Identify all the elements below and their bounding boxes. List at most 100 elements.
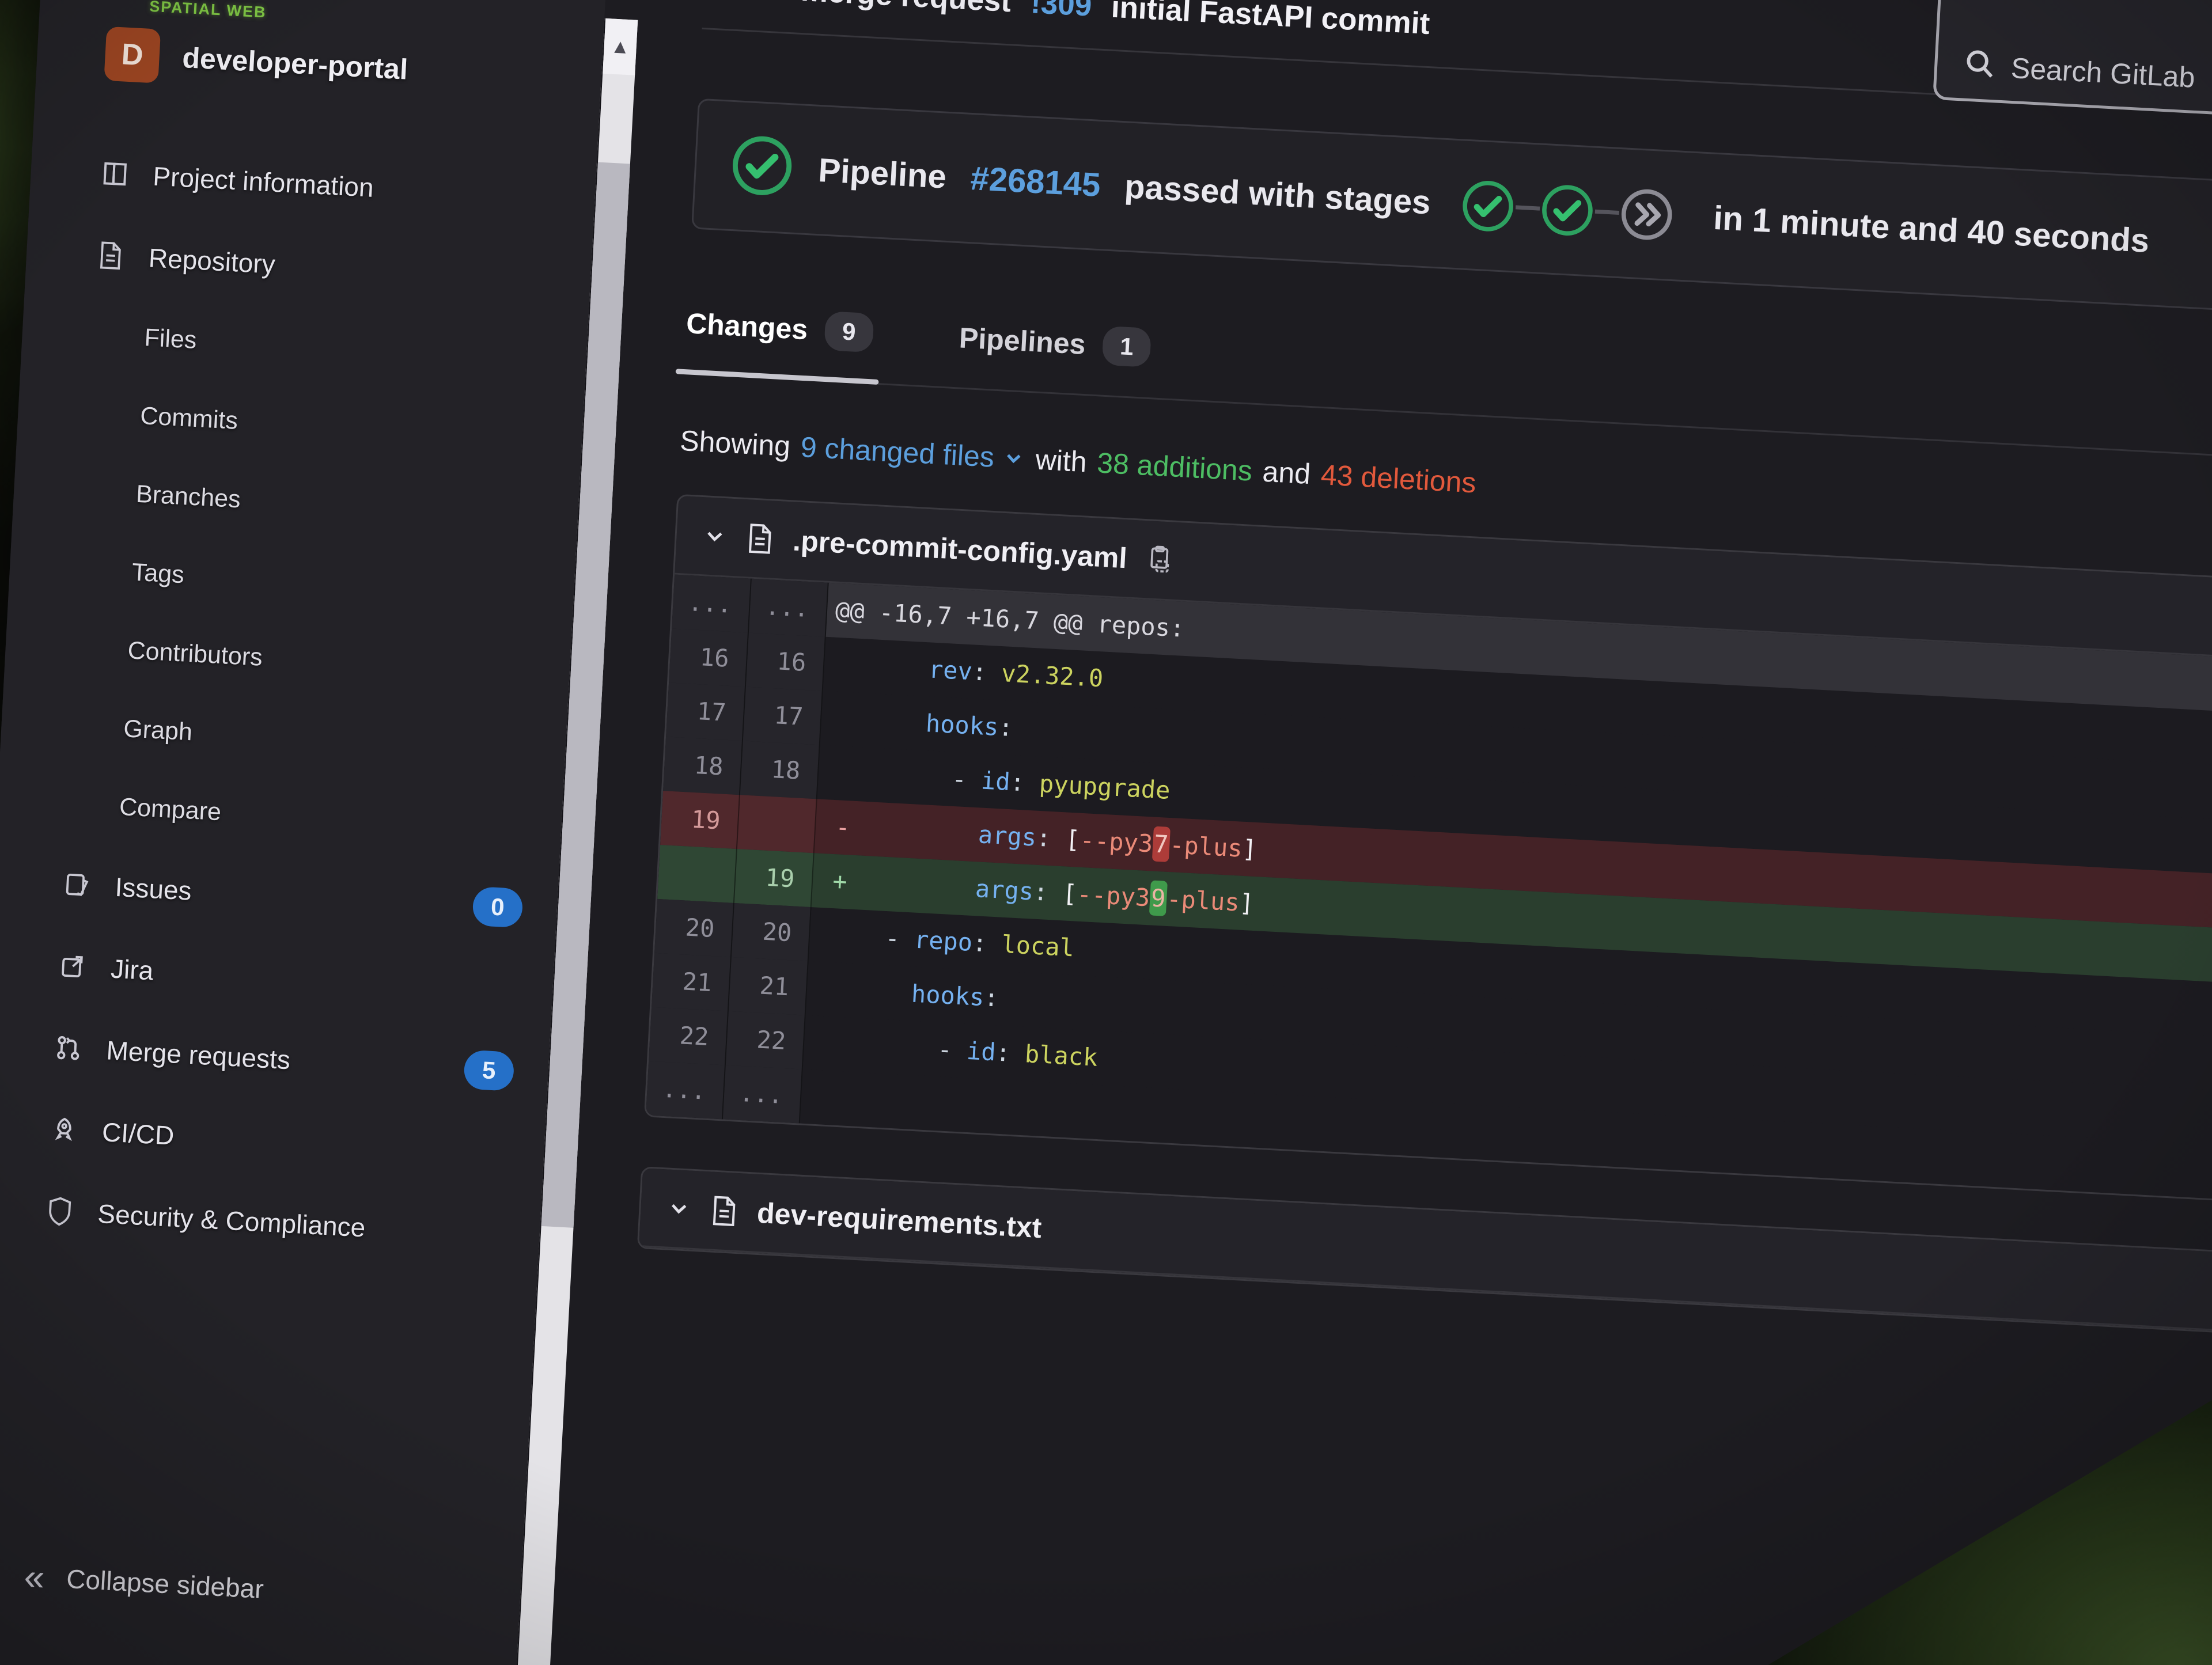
- sidebar-item-label: CI/CD: [101, 1117, 175, 1151]
- project-avatar: D: [104, 26, 161, 84]
- document-icon: [94, 238, 128, 272]
- pipeline-passed-icon: [728, 132, 796, 203]
- project-name: developer-portal: [181, 41, 409, 86]
- code-token: :: [1032, 877, 1063, 908]
- sidebar-item-label: Security & Compliance: [97, 1198, 366, 1243]
- count-badge: 0: [472, 886, 524, 928]
- mr-title: initial FastAPI commit: [1110, 0, 1431, 41]
- pipeline-duration: in 1 minute and 40 seconds: [1712, 199, 2150, 260]
- diff-sign: [814, 962, 855, 1018]
- code-token: args: [974, 874, 1035, 906]
- diff-sign: [831, 638, 872, 693]
- issues-icon: [60, 868, 94, 902]
- code-token: :: [1009, 768, 1040, 798]
- new-line-number[interactable]: 21: [728, 957, 809, 1015]
- collapse-sidebar-button[interactable]: « Collapse sidebar: [0, 1530, 522, 1646]
- code-token: -: [951, 764, 982, 795]
- new-line-number[interactable]: 18: [740, 741, 820, 799]
- chevron-down-icon[interactable]: [702, 523, 728, 549]
- stage-skipped-icon[interactable]: [1618, 185, 1676, 244]
- additions-count: 38 additions: [1096, 446, 1253, 487]
- new-line-number[interactable]: ...: [748, 578, 829, 637]
- new-line-number[interactable]: 19: [734, 849, 815, 908]
- diff-table: ...... @@ -16,7 +16,7 @@ repos: 16 16 rev: …: [646, 574, 2212, 1217]
- code-token: id: [965, 1036, 997, 1067]
- old-line-number[interactable]: 17: [666, 682, 746, 741]
- tab-label: Pipelines: [958, 321, 1086, 361]
- pipeline-label: Pipeline: [817, 151, 948, 196]
- stage-connector: [1515, 205, 1540, 211]
- summary-mid: with: [1035, 443, 1088, 479]
- summary-and: and: [1262, 455, 1312, 491]
- code-token: repo: [913, 925, 974, 957]
- deletions-count: 43 deletions: [1320, 458, 1477, 499]
- old-line-number[interactable]: 19: [660, 791, 740, 849]
- code-token: --py3: [1079, 825, 1154, 858]
- old-line-number[interactable]: [657, 844, 737, 903]
- sidebar-nav: Project information Repository Files Commit…: [0, 128, 597, 1277]
- mr-count-label: 1 merge request: [775, 0, 1012, 19]
- shield-icon: [43, 1194, 77, 1228]
- old-line-number[interactable]: ...: [672, 574, 752, 633]
- new-line-number[interactable]: ...: [722, 1065, 803, 1124]
- tab-pipelines[interactable]: Pipelines 1: [958, 318, 1152, 368]
- new-line-number[interactable]: 20: [731, 902, 812, 961]
- old-line-number[interactable]: 21: [652, 953, 732, 1011]
- code-token: :: [995, 1038, 1026, 1068]
- changed-files-dropdown[interactable]: 9 changed files: [800, 430, 1026, 476]
- chevron-down-icon[interactable]: [665, 1195, 692, 1222]
- main-content: 1 merge request !309 initial FastAPI com…: [539, 0, 2212, 1665]
- sidebar-item-label: Tags: [131, 558, 185, 589]
- external-link-icon: [56, 950, 90, 984]
- old-line-number[interactable]: 22: [649, 1007, 729, 1065]
- copy-path-icon[interactable]: [1145, 544, 1174, 575]
- code-token: [: [1062, 879, 1078, 908]
- code-token: @@ -16,7 +16,7 @@ repos:: [834, 596, 1185, 643]
- sidebar-item-label: Project information: [152, 161, 374, 203]
- file-name-link[interactable]: .pre-commit-config.yaml: [792, 524, 1128, 575]
- new-line-number[interactable]: 22: [725, 1011, 806, 1069]
- code-token: -plus: [1169, 830, 1243, 863]
- file-icon: [709, 1194, 740, 1228]
- sidebar-project[interactable]: D developer-portal: [34, 0, 604, 141]
- old-line-number[interactable]: 16: [669, 628, 749, 687]
- code-token: -plus: [1166, 884, 1240, 917]
- pipeline-mini-graph: [1459, 177, 1676, 244]
- new-line-number[interactable]: 16: [745, 632, 826, 691]
- scrollbar-up-arrow-icon[interactable]: ▲: [603, 18, 638, 75]
- diff-sign: [811, 1016, 852, 1072]
- file-icon: [745, 522, 775, 556]
- stage-passed-icon[interactable]: [1539, 181, 1597, 239]
- tab-changes[interactable]: Changes 9: [685, 304, 874, 353]
- code-token: black: [1024, 1040, 1099, 1072]
- code-token: --py3: [1076, 879, 1151, 912]
- stage-connector: [1594, 209, 1620, 215]
- pipeline-number-link[interactable]: #268145: [969, 159, 1101, 204]
- old-line-number[interactable]: 20: [654, 898, 734, 957]
- code-token: :: [971, 657, 1002, 688]
- new-line-number[interactable]: 17: [743, 687, 823, 745]
- old-line-number[interactable]: 18: [663, 737, 743, 795]
- code-token: -: [884, 924, 915, 954]
- code-token: ]: [1238, 888, 1255, 917]
- diff-sign: [828, 691, 869, 747]
- file-name-link[interactable]: dev-requirements.txt: [756, 1196, 1043, 1245]
- old-line-number[interactable]: ...: [646, 1061, 726, 1120]
- code-token: local: [1001, 930, 1075, 962]
- mr-id-link[interactable]: !309: [1030, 0, 1093, 24]
- new-line-number[interactable]: [737, 795, 817, 854]
- diff-sign: [817, 908, 858, 964]
- tab-count-badge: 9: [824, 310, 874, 353]
- sidebar: D developer-portal Project information Re…: [0, 0, 612, 1665]
- code-token: hooks: [910, 979, 985, 1012]
- diff-sign: [808, 1069, 849, 1125]
- code-token: 7: [1152, 826, 1171, 862]
- stage-passed-icon[interactable]: [1459, 177, 1517, 235]
